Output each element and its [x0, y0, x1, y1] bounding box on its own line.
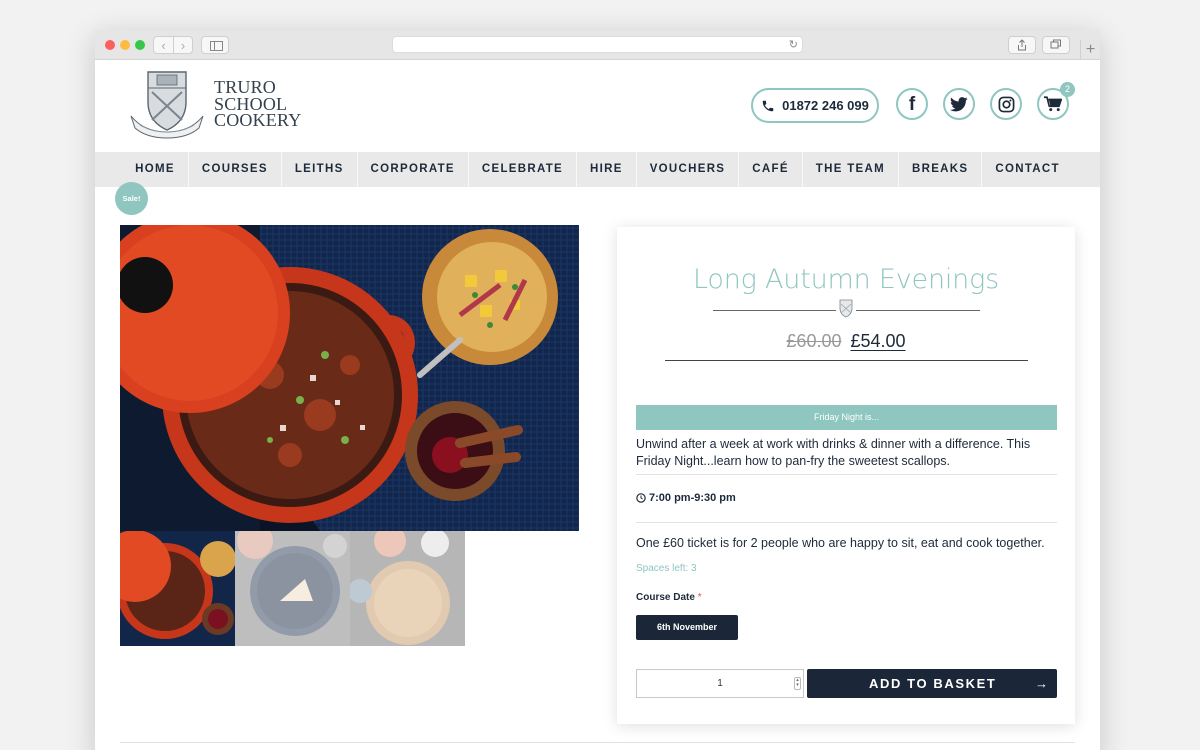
forward-button[interactable]: › [173, 36, 193, 54]
clock-icon [636, 493, 646, 503]
instagram-link[interactable] [990, 88, 1022, 120]
required-marker: * [697, 592, 702, 603]
sidebar-toggle-button[interactable] [201, 36, 229, 54]
arrow-right-icon: → [1035, 676, 1048, 691]
close-window-button[interactable] [105, 40, 115, 50]
nav-item-courses[interactable]: COURSES [189, 152, 282, 187]
sale-badge: Sale! [115, 182, 148, 215]
regular-price: £60.00 [786, 331, 842, 351]
quantity-stepper[interactable]: ▴ ▾ [794, 677, 801, 690]
notice-bar: Friday Night is... [636, 405, 1057, 430]
course-date-label-text: Course Date [636, 592, 695, 603]
ticket-info: One £60 ticket is for 2 people who are h… [636, 536, 1045, 550]
course-date-option[interactable]: 6th November [636, 615, 738, 640]
logo-wordmark: TRURO SCHOOL COOKERY [214, 79, 301, 129]
nav-item-cafe[interactable]: CAFÉ [739, 152, 803, 187]
minimize-window-button[interactable] [120, 40, 130, 50]
main-nav: HOME COURSES LEITHS CORPORATE CELEBRATE … [95, 152, 1100, 187]
divider [636, 522, 1057, 523]
share-icon [1018, 39, 1026, 51]
nav-item-vouchers[interactable]: VOUCHERS [637, 152, 740, 187]
phone-number: 01872 246 099 [782, 98, 869, 113]
product-description: Unwind after a week at work with drinks … [636, 437, 1031, 468]
thumbnail-1[interactable] [120, 531, 235, 646]
quantity-input[interactable]: 1 ▴ ▾ [636, 669, 804, 698]
crest-divider-icon [836, 298, 856, 320]
thumbnail-3[interactable] [350, 531, 465, 646]
phone-button[interactable]: 01872 246 099 [751, 88, 879, 123]
phone-icon [761, 99, 775, 113]
new-tab-button[interactable]: + [1080, 40, 1100, 60]
product-summary-panel: Long Autumn Evenings £60.00 £54.00 Frida… [617, 227, 1075, 724]
nav-item-leiths[interactable]: LEITHS [282, 152, 358, 187]
course-date-label: Course Date * [636, 592, 702, 603]
add-to-basket-button[interactable]: ADD TO BASKET → [807, 669, 1057, 698]
product-main-image[interactable] [120, 225, 579, 531]
share-button[interactable] [1008, 36, 1036, 54]
course-time-text: 7:00 pm-9:30 pm [649, 492, 736, 504]
price: £60.00 £54.00 [617, 331, 1075, 352]
nav-item-celebrate[interactable]: CELEBRATE [469, 152, 578, 187]
nav-item-contact[interactable]: CONTACT [982, 152, 1072, 187]
sale-price: £54.00 [850, 331, 906, 351]
quantity-value: 1 [717, 678, 723, 689]
reload-icon[interactable]: ↻ [789, 38, 798, 52]
nav-item-hire[interactable]: HIRE [577, 152, 637, 187]
address-bar[interactable]: ↻ [392, 36, 803, 53]
add-to-basket-label: ADD TO BASKET [869, 676, 997, 691]
twitter-link[interactable] [943, 88, 975, 120]
twitter-icon [950, 96, 968, 111]
divider [636, 474, 1057, 475]
cart-count-badge: 2 [1060, 82, 1075, 97]
instagram-icon [998, 96, 1014, 112]
site-header: TRURO SCHOOL COOKERY 01872 246 099 f 2 [95, 60, 1100, 152]
zoom-window-button[interactable] [135, 40, 145, 50]
back-button[interactable]: ‹ [153, 36, 173, 54]
tabs-overview-button[interactable] [1042, 36, 1070, 54]
facebook-icon: f [908, 93, 916, 115]
facebook-link[interactable]: f [896, 88, 928, 120]
tabs-icon [1050, 39, 1061, 49]
browser-titlebar: ‹ › ↻ + [95, 30, 1100, 60]
course-time: 7:00 pm-9:30 pm [636, 492, 736, 504]
content-divider [120, 742, 1075, 743]
browser-window: ‹ › ↻ + TRURO SCHOOL COOKERY 01872 246 0… [95, 30, 1100, 750]
nav-item-breaks[interactable]: BREAKS [899, 152, 983, 187]
thumbnail-strip [120, 531, 465, 646]
logo-line: COOKERY [214, 110, 302, 131]
spaces-left: Spaces left: 3 [636, 563, 697, 574]
nav-item-the-team[interactable]: THE TEAM [803, 152, 899, 187]
site-logo[interactable]: TRURO SCHOOL COOKERY [128, 68, 301, 140]
cart-button[interactable]: 2 [1037, 82, 1075, 120]
cart-icon [1044, 96, 1062, 112]
nav-item-corporate[interactable]: CORPORATE [358, 152, 469, 187]
product-title: Long Autumn Evenings [693, 264, 999, 295]
school-crest-icon [130, 71, 204, 139]
price-divider [665, 360, 1028, 361]
thumbnail-2[interactable] [235, 531, 350, 646]
